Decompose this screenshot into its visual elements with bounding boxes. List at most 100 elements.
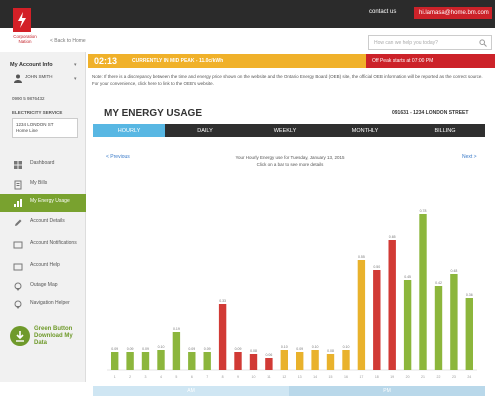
bar-value-label: 0.50 bbox=[373, 265, 380, 269]
nav-outage-map[interactable]: Outage Map bbox=[0, 278, 86, 296]
usage-bar[interactable] bbox=[234, 352, 242, 370]
bar-value-label: 0.09 bbox=[296, 347, 303, 351]
bar-value-label: 0.09 bbox=[142, 347, 149, 351]
nav-my-bills[interactable]: My Bills bbox=[0, 176, 86, 194]
usage-bar[interactable] bbox=[249, 354, 258, 370]
bill-icon bbox=[14, 180, 22, 190]
bar-value-label: 0.19 bbox=[173, 327, 180, 331]
search-placeholder: How can we help you today? bbox=[374, 40, 438, 46]
chart-icon bbox=[14, 199, 22, 207]
search-input[interactable]: How can we help you today? bbox=[368, 35, 492, 50]
nav-dashboard[interactable]: Dashboard bbox=[0, 156, 86, 174]
usage-bar[interactable] bbox=[342, 350, 350, 370]
bar-value-label: 0.09 bbox=[204, 347, 211, 351]
bar-value-label: 0.33 bbox=[219, 299, 226, 303]
x-tick-label: 13 bbox=[298, 375, 302, 379]
usage-bar[interactable] bbox=[419, 214, 427, 370]
user-icon bbox=[14, 74, 22, 83]
meter-address: 091631 - 1234 LONDON STREET bbox=[392, 110, 469, 116]
bar-value-label: 0.36 bbox=[466, 293, 473, 297]
pencil-icon bbox=[15, 219, 22, 226]
x-tick-label: 14 bbox=[313, 375, 317, 379]
tab-daily[interactable]: DAILY bbox=[165, 124, 245, 137]
usage-bar[interactable] bbox=[465, 298, 473, 370]
usage-bar[interactable] bbox=[373, 270, 381, 370]
x-tick-label: 11 bbox=[267, 375, 271, 379]
user-name: JOHN SMITH bbox=[25, 74, 53, 79]
green-button-download-link[interactable]: Green Button Download My Data bbox=[34, 326, 84, 347]
nav-account-help[interactable]: Account Help bbox=[0, 258, 86, 276]
usage-bar[interactable] bbox=[203, 352, 211, 370]
green-button-icon[interactable] bbox=[10, 326, 30, 346]
bar-value-label: 0.09 bbox=[235, 347, 242, 351]
usage-bar[interactable] bbox=[388, 240, 396, 370]
tab-hourly[interactable]: HOURLY bbox=[93, 124, 165, 137]
previous-day-link[interactable]: < Previous bbox=[106, 154, 130, 160]
electricity-service-label: ELECTRICITY SERVICE bbox=[12, 110, 63, 115]
next-day-link[interactable]: Next > bbox=[462, 154, 477, 160]
service-address-select[interactable]: 1234 LONDON ST Home Line bbox=[12, 118, 78, 138]
usage-bar[interactable] bbox=[311, 350, 319, 370]
usage-bar[interactable] bbox=[172, 332, 181, 370]
bar-value-label: 0.08 bbox=[327, 349, 334, 353]
x-tick-label: 23 bbox=[452, 375, 456, 379]
page-title: MY ENERGY USAGE bbox=[104, 108, 202, 119]
x-tick-label: 4 bbox=[160, 375, 162, 379]
usage-bar[interactable] bbox=[188, 352, 196, 370]
usage-bar[interactable] bbox=[111, 352, 119, 370]
period-tabs: HOURLY DAILY WEEKLY MONTHLY BILLING bbox=[93, 124, 485, 137]
nav-label: Dashboard bbox=[30, 160, 55, 166]
chevron-down-icon[interactable]: ▾ bbox=[74, 62, 77, 68]
x-tick-label: 8 bbox=[222, 375, 224, 379]
hourly-usage-chart: 0.09 1 0.09 2 0.09 3 0.10 4 0.19 5 0.09 6 0.09 7 0.33 8… bbox=[107, 209, 477, 379]
tab-billing[interactable]: BILLING bbox=[405, 124, 485, 137]
x-tick-label: 5 bbox=[175, 375, 177, 379]
bar-value-label: 0.09 bbox=[188, 347, 195, 351]
usage-bar[interactable] bbox=[218, 304, 227, 370]
company-logo[interactable] bbox=[13, 8, 31, 32]
tab-weekly[interactable]: WEEKLY bbox=[245, 124, 325, 137]
nav-account-notifications[interactable]: Account Notifications bbox=[0, 236, 86, 254]
bar-value-label: 0.09 bbox=[127, 347, 134, 351]
usage-bar[interactable] bbox=[296, 352, 304, 370]
bar-value-label: 0.65 bbox=[389, 235, 396, 239]
usage-bar[interactable] bbox=[157, 350, 165, 370]
x-tick-label: 15 bbox=[329, 375, 333, 379]
current-time: 02:13 bbox=[94, 56, 118, 66]
nav-label: My Energy Usage bbox=[30, 198, 70, 204]
usage-bar[interactable] bbox=[403, 280, 412, 370]
logo-text: Corporation Nation bbox=[13, 34, 37, 44]
back-to-home-link[interactable]: < Back to Home bbox=[50, 38, 86, 44]
current-rate-text: CURRENTLY IN MID PEAK - 11.0c/kWh bbox=[132, 58, 224, 64]
usage-bar[interactable] bbox=[280, 350, 288, 370]
x-tick-label: 17 bbox=[359, 375, 363, 379]
usage-bar[interactable] bbox=[141, 352, 150, 370]
off-peak-notice: Off Peak starts at 07:00 PM bbox=[366, 54, 495, 68]
usage-bar[interactable] bbox=[434, 286, 443, 370]
am-strip: AM bbox=[93, 386, 289, 396]
usage-bar[interactable] bbox=[326, 354, 335, 370]
bar-value-label: 0.55 bbox=[358, 255, 365, 259]
nav-account-details[interactable]: Account Details bbox=[0, 214, 86, 232]
nav-navigation-helper[interactable]: Navigation Helper bbox=[0, 296, 86, 314]
pin-icon bbox=[14, 300, 22, 309]
contact-link[interactable]: contact us bbox=[369, 9, 396, 15]
account-number-select[interactable]: 0990 5 9876432 bbox=[12, 96, 45, 101]
usage-bar[interactable] bbox=[126, 352, 134, 370]
usage-bar[interactable] bbox=[357, 260, 366, 370]
bar-value-label: 0.06 bbox=[265, 353, 272, 357]
search-icon[interactable] bbox=[479, 39, 487, 47]
chevron-down-icon[interactable]: ▾ bbox=[74, 76, 77, 82]
pm-label: PM bbox=[383, 388, 391, 394]
bar-value-label: 0.10 bbox=[312, 345, 319, 349]
account-heading: My Account Info bbox=[10, 62, 53, 68]
usage-bar[interactable] bbox=[265, 358, 273, 370]
x-tick-label: 12 bbox=[282, 375, 286, 379]
usage-bar[interactable] bbox=[450, 274, 458, 370]
account-email-button[interactable]: hi.lamasa@home.bm.com bbox=[414, 7, 492, 19]
nav-my-energy-usage[interactable]: My Energy Usage bbox=[0, 194, 86, 212]
bar-value-label: 0.09 bbox=[111, 347, 118, 351]
chart-caption-date: Your Hourly Energy use for Tuesday, Janu… bbox=[235, 155, 345, 160]
pm-strip: PM bbox=[289, 386, 485, 396]
tab-monthly[interactable]: MONTHLY bbox=[325, 124, 405, 137]
